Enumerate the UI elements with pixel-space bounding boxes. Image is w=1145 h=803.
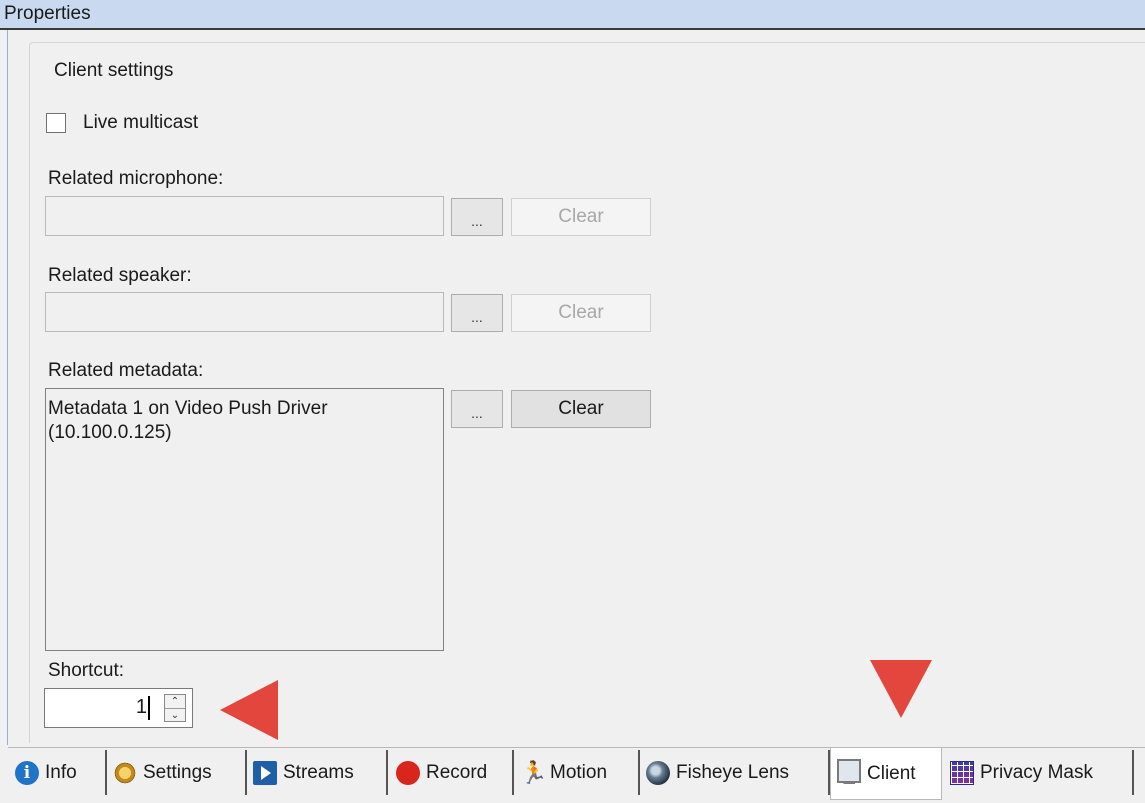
- related-microphone-label: Related microphone:: [48, 168, 224, 189]
- speaker-clear-button[interactable]: Clear: [511, 294, 651, 332]
- related-metadata-list[interactable]: Metadata 1 on Video Push Driver (10.100.…: [45, 388, 444, 651]
- tab-motion-label: Motion: [550, 761, 608, 783]
- tab-privacy-mask[interactable]: Privacy Mask: [944, 750, 1134, 795]
- group-title: Client settings: [48, 60, 180, 82]
- window-title: Properties: [4, 3, 91, 24]
- window-titlebar: Properties: [0, 0, 1145, 30]
- metadata-browse-button[interactable]: ...: [451, 390, 503, 428]
- left-frame-edge: [0, 30, 8, 803]
- client-icon: [837, 758, 861, 784]
- spin-up-icon[interactable]: ⌃: [165, 695, 185, 709]
- tab-info[interactable]: i Info: [9, 750, 107, 795]
- tab-privacy-mask-label: Privacy Mask: [980, 761, 1093, 783]
- live-multicast-row[interactable]: Live multicast: [46, 112, 198, 134]
- privacy-mask-icon: [950, 760, 974, 785]
- tab-info-label: Info: [45, 761, 77, 783]
- tab-settings[interactable]: Settings: [107, 750, 247, 795]
- related-microphone-field: [45, 196, 444, 236]
- settings-icon: [113, 760, 137, 785]
- annotation-arrow-down-icon: [870, 660, 932, 718]
- fisheye-icon: [646, 760, 670, 785]
- tab-fisheye-label: Fisheye Lens: [676, 761, 790, 783]
- tab-record-label: Record: [426, 761, 488, 783]
- record-icon: [396, 760, 420, 785]
- info-icon: i: [15, 760, 39, 785]
- microphone-clear-button[interactable]: Clear: [511, 198, 651, 236]
- tab-client[interactable]: Client: [830, 748, 942, 800]
- shortcut-stepper[interactable]: 1 ⌃ ⌄: [44, 688, 193, 728]
- live-multicast-label: Live multicast: [83, 112, 199, 133]
- metadata-line: (10.100.0.125): [48, 422, 172, 443]
- tab-streams-label: Streams: [283, 761, 354, 783]
- tab-record[interactable]: Record: [388, 750, 514, 795]
- speaker-browse-button[interactable]: ...: [451, 294, 503, 332]
- annotation-arrow-left-icon: [220, 680, 278, 740]
- related-speaker-label: Related speaker:: [48, 265, 192, 286]
- tab-bar-divider: [8, 747, 1145, 748]
- shortcut-label: Shortcut:: [48, 660, 125, 681]
- metadata-clear-button[interactable]: Clear: [511, 390, 651, 428]
- tab-motion[interactable]: 🏃 Motion: [514, 750, 640, 795]
- streams-icon: [253, 760, 277, 785]
- tab-settings-label: Settings: [143, 761, 212, 783]
- metadata-line: Metadata 1 on Video Push Driver: [48, 398, 328, 419]
- live-multicast-checkbox[interactable]: [46, 113, 66, 133]
- related-speaker-field: [45, 292, 444, 332]
- text-caret: [148, 696, 150, 720]
- tab-streams[interactable]: Streams: [247, 750, 388, 795]
- shortcut-spin-buttons[interactable]: ⌃ ⌄: [164, 694, 186, 722]
- related-metadata-label: Related metadata:: [48, 360, 204, 381]
- shortcut-value[interactable]: 1: [136, 696, 147, 719]
- spin-down-icon[interactable]: ⌄: [165, 709, 185, 722]
- motion-icon: 🏃: [520, 759, 548, 785]
- microphone-browse-button[interactable]: ...: [451, 198, 503, 236]
- tab-client-label: Client: [867, 762, 916, 784]
- tab-fisheye-lens[interactable]: Fisheye Lens: [640, 750, 830, 795]
